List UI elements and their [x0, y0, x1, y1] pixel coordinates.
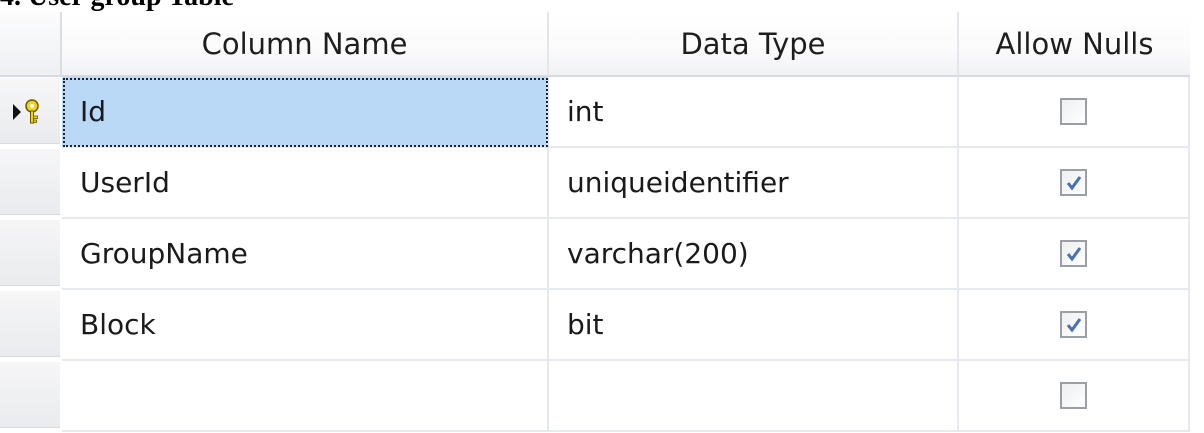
checkmark-icon: [1066, 246, 1081, 261]
column-header-allow-nulls[interactable]: Allow Nulls: [959, 12, 1190, 77]
table-row: Block bit: [0, 290, 1190, 361]
allow-nulls-checkbox[interactable]: [1060, 169, 1087, 196]
allow-nulls-cell: [959, 77, 1190, 148]
data-type-cell[interactable]: varchar(200): [549, 219, 959, 290]
column-name-cell[interactable]: Block: [62, 290, 549, 361]
row-selector[interactable]: [0, 78, 60, 144]
row-selector[interactable]: [0, 149, 60, 215]
allow-nulls-cell: [959, 290, 1190, 361]
data-type-cell[interactable]: int: [549, 77, 959, 148]
column-name-cell[interactable]: Id: [62, 77, 549, 148]
data-type-cell[interactable]: uniqueidentifier: [549, 148, 959, 219]
checkmark-icon: [1066, 175, 1081, 190]
table-designer-grid: Column Name Data Type Allow Nulls Id int: [0, 12, 1190, 433]
allow-nulls-checkbox[interactable]: [1060, 98, 1087, 125]
allow-nulls-checkbox[interactable]: [1060, 240, 1087, 267]
allow-nulls-cell: [959, 361, 1190, 432]
row-selector[interactable]: [0, 362, 60, 428]
column-name-cell[interactable]: [62, 361, 549, 432]
current-row-arrow-icon: [13, 99, 39, 124]
allow-nulls-checkbox[interactable]: [1060, 311, 1087, 338]
column-name-cell[interactable]: UserId: [62, 148, 549, 219]
column-name-cell[interactable]: GroupName: [62, 219, 549, 290]
data-type-cell[interactable]: [549, 361, 959, 432]
allow-nulls-checkbox[interactable]: [1060, 382, 1087, 409]
data-type-cell[interactable]: bit: [549, 290, 959, 361]
column-header-data-type[interactable]: Data Type: [549, 12, 959, 77]
header-corner: [0, 12, 62, 77]
allow-nulls-cell: [959, 148, 1190, 219]
allow-nulls-cell: [959, 219, 1190, 290]
table-caption: 4. User group Table: [0, 0, 234, 12]
table-row: UserId uniqueidentifier: [0, 148, 1190, 219]
table-row-new: [0, 361, 1190, 432]
checkmark-icon: [1066, 317, 1081, 332]
primary-key-icon: [25, 99, 39, 124]
table-row: GroupName varchar(200): [0, 219, 1190, 290]
column-header-column-name[interactable]: Column Name: [62, 12, 549, 77]
table-row: Id int: [0, 77, 1190, 148]
row-selector[interactable]: [0, 291, 60, 357]
row-selector[interactable]: [0, 220, 60, 286]
